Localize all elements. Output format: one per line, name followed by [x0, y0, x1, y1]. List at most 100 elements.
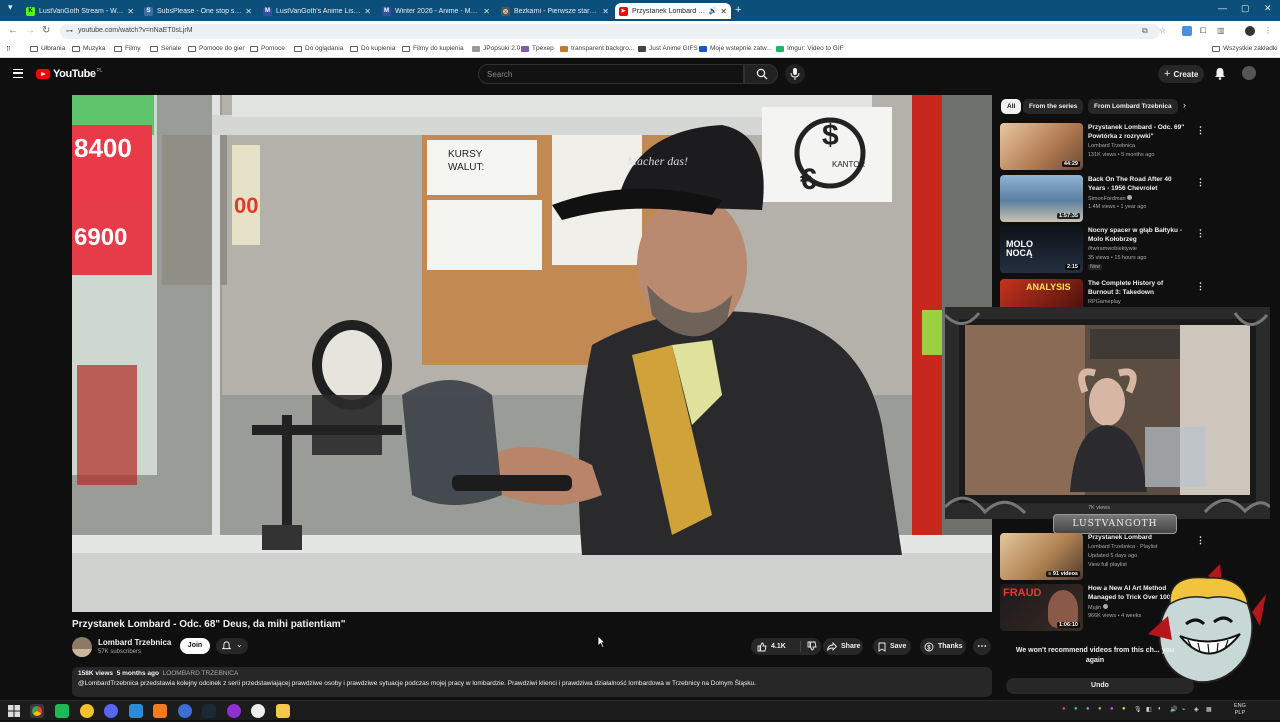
close-window-icon[interactable]: ✕ — [1264, 3, 1272, 14]
dislike-button[interactable] — [807, 641, 821, 653]
save-button[interactable]: Save — [873, 638, 911, 655]
new-tab-button[interactable]: + — [735, 4, 741, 16]
playlist-channel[interactable]: Lombard Trzebnica · Playlist — [1088, 544, 1157, 550]
chip-from-series[interactable]: From the series — [1023, 99, 1084, 114]
bookmark-link[interactable]: Moje wstepnie zatw... — [699, 45, 772, 52]
more-vert-icon[interactable]: ⋮ — [1196, 228, 1205, 239]
account-avatar[interactable] — [1242, 66, 1256, 80]
language-indicator[interactable]: ENG PLP — [1234, 703, 1246, 717]
more-vert-icon[interactable]: ⋮ — [1196, 125, 1205, 136]
bookmark-folder[interactable]: Filmy — [114, 45, 141, 52]
rec-title[interactable]: Nocny spacer w głąb Bałtyku - Molo Kołob… — [1088, 227, 1188, 244]
bookmark-link[interactable]: transparent backgro... — [560, 45, 634, 52]
subscription-notifications-button[interactable]: ⌄ — [216, 638, 248, 654]
close-tab-icon[interactable]: ✕ — [602, 7, 609, 16]
app-taskbar-icon[interactable] — [178, 704, 192, 718]
microphone-icon[interactable]: 🎙 — [1134, 706, 1142, 713]
browser-tab[interactable]: M LustVanGoth's Anime List - My ✕ — [259, 3, 375, 19]
join-button[interactable]: Join — [180, 638, 210, 654]
tray-icon[interactable]: ● — [1086, 706, 1090, 712]
bookmark-folder[interactable]: Do kupienia — [350, 45, 395, 52]
recommendation-item[interactable]: 44:29 Przystanek Lombard - Odc. 69" Powt… — [1000, 123, 1205, 173]
bookmark-link[interactable]: Tpexep — [521, 45, 554, 52]
maximize-icon[interactable]: ▢ — [1241, 3, 1250, 14]
extensions-puzzle-icon[interactable]: ⧠ — [1200, 26, 1210, 36]
channel-avatar[interactable] — [72, 637, 92, 657]
bookmark-folder[interactable]: Ułbrania — [30, 45, 65, 52]
tray-icon[interactable]: ● — [1110, 706, 1114, 712]
close-tab-icon[interactable]: ✕ — [364, 7, 371, 16]
video-thumbnail[interactable]: MOLO NOCĄ 2:15 — [1000, 226, 1083, 273]
sidebar-icon[interactable]: ▥ — [1217, 26, 1227, 36]
bookmark-folder[interactable]: Seriale — [150, 45, 181, 52]
tray-icon[interactable]: ◈ — [1194, 706, 1199, 713]
browser-tab[interactable]: M Winter 2026 - Anime - MyAnim ✕ — [378, 3, 494, 19]
bookmark-star-icon[interactable]: ☆ — [1159, 26, 1169, 36]
bookmark-link[interactable]: JPopsuki 2.0 — [472, 45, 520, 52]
install-app-icon[interactable]: ⧉ — [1142, 26, 1152, 36]
bookmark-folder[interactable]: Filmy do kupienia — [402, 45, 464, 52]
video-thumbnail[interactable]: 1:57:35 — [1000, 175, 1083, 222]
app-taskbar-icon[interactable] — [80, 704, 94, 718]
recommendation-item[interactable]: MOLO NOCĄ 2:15 Nocny spacer w głąb Bałtyk… — [1000, 226, 1205, 276]
thanks-button[interactable]: $ Thanks — [920, 638, 966, 655]
tray-icon[interactable]: ● — [1098, 706, 1102, 712]
browser-tab[interactable]: S SubsPlease - One stop shop fo ✕ — [140, 3, 256, 19]
video-thumbnail[interactable]: 44:29 — [1000, 123, 1083, 170]
all-bookmarks[interactable]: Wszystkie zakładki — [1212, 45, 1278, 52]
recommendation-item[interactable]: 1:57:35 Back On The Road After 40 Years … — [1000, 175, 1205, 225]
close-tab-icon[interactable]: ✕ — [720, 7, 727, 16]
rec-channel[interactable]: RPGameplay — [1088, 299, 1121, 305]
browser-tab[interactable]: ◎ Bezkarni - Pierwsze starcie / Th ✕ — [497, 3, 613, 19]
windows-start-icon[interactable] — [8, 704, 22, 718]
more-vert-icon[interactable]: ⋮ — [1196, 177, 1205, 188]
volume-icon[interactable]: 🔊 — [1170, 706, 1177, 713]
browser-menu-icon[interactable]: ⋮ — [1264, 26, 1274, 36]
chevron-right-icon[interactable]: › — [1183, 100, 1186, 110]
tray-icon[interactable]: ▦ — [1206, 706, 1212, 713]
bookmark-folder[interactable]: Do oglądania — [294, 45, 343, 52]
rec-channel[interactable]: SimonFordman — [1088, 195, 1133, 202]
site-info-icon[interactable]: ⊶ — [66, 27, 73, 35]
more-actions-button[interactable]: ⋯ — [973, 638, 991, 655]
view-full-playlist-link[interactable]: View full playlist — [1088, 562, 1127, 568]
notifications-bell-icon[interactable] — [1214, 67, 1226, 80]
rec-channel[interactable]: Mujin — [1088, 604, 1108, 611]
bookmark-link[interactable]: Just Anime GIFS — [638, 45, 698, 52]
voice-search-button[interactable] — [785, 64, 805, 84]
app-taskbar-icon[interactable] — [129, 704, 143, 718]
chrome-taskbar-icon[interactable] — [30, 704, 44, 718]
app-taskbar-icon[interactable] — [55, 704, 69, 718]
description-box[interactable]: 158K views 5 months ago LOOMBARD TRZEBNI… — [72, 667, 992, 697]
back-icon[interactable]: ← — [8, 25, 18, 36]
bookmark-folder[interactable]: Pomoce do gier — [188, 45, 245, 52]
tab-search-icon[interactable]: ▾ — [8, 2, 13, 13]
discord-taskbar-icon[interactable] — [104, 704, 118, 718]
close-tab-icon[interactable]: ✕ — [483, 7, 490, 16]
bookmark-folder[interactable]: Muzyka — [72, 45, 105, 52]
tray-icon[interactable]: ● — [1074, 706, 1078, 712]
bookmark-link[interactable]: Imgur: Video to GIF — [776, 45, 844, 52]
recommendation-item-partial[interactable]: 7K views — [1000, 504, 1200, 520]
more-vert-icon[interactable]: ⋮ — [1196, 535, 1205, 546]
search-button[interactable] — [744, 64, 778, 84]
extension-icon[interactable] — [1182, 26, 1192, 36]
profile-avatar[interactable] — [1245, 26, 1255, 36]
share-button[interactable]: Share — [823, 638, 863, 655]
apps-icon[interactable]: ⠿ — [6, 45, 11, 53]
undo-button[interactable]: Undo — [1006, 678, 1194, 694]
hamburger-menu-icon[interactable] — [13, 69, 23, 78]
tray-icon[interactable]: ◐ — [1158, 706, 1162, 712]
chip-from-channel[interactable]: From Lombard Trzebnica — [1088, 99, 1178, 114]
reload-icon[interactable]: ↻ — [42, 25, 50, 36]
rec-title[interactable]: The Complete History of Burnout 3: Taked… — [1088, 280, 1188, 297]
search-input[interactable]: Search — [478, 64, 744, 84]
file-explorer-icon[interactable] — [276, 704, 290, 718]
rec-title[interactable]: Back On The Road After 40 Years - 1956 C… — [1088, 176, 1188, 193]
hashtag-link[interactable]: LOOMBARD TRZEBNICA — [163, 670, 239, 677]
video-thumbnail[interactable]: FRAUD 1:06:10 — [1000, 584, 1083, 631]
minimize-icon[interactable]: — — [1218, 3, 1227, 13]
steam-taskbar-icon[interactable] — [202, 704, 216, 718]
tray-icon[interactable]: ● — [1122, 706, 1126, 712]
more-vert-icon[interactable]: ⋮ — [1196, 281, 1205, 292]
